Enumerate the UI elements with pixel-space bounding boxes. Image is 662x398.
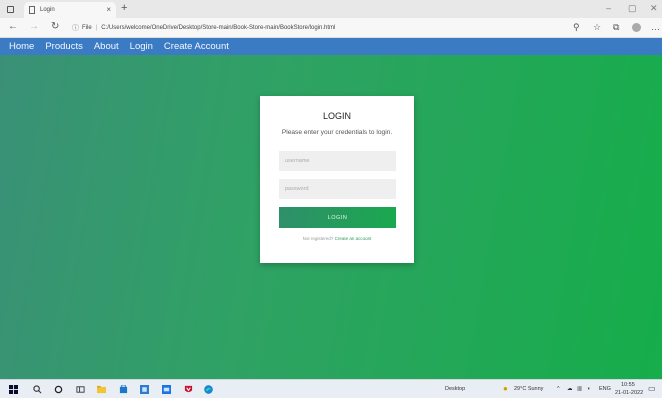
nav-about[interactable]: About <box>94 41 119 52</box>
tab-close-button[interactable]: × <box>106 5 111 14</box>
address-bar[interactable]: ⓘ File | C:/Users/welcome/OneDrive/Deskt… <box>72 21 335 35</box>
nav-products[interactable]: Products <box>45 41 83 52</box>
nav-home[interactable]: Home <box>9 41 34 52</box>
read-aloud-icon[interactable]: ⚲ <box>573 22 580 33</box>
browser-tab[interactable]: Login × <box>24 2 116 18</box>
address-url: C:/Users/welcome/OneDrive/Desktop/Store-… <box>101 25 336 31</box>
close-window-button[interactable]: ✕ <box>650 3 658 14</box>
favorite-icon[interactable]: ☆ <box>593 22 601 33</box>
address-prefix: File <box>82 25 92 31</box>
back-icon[interactable]: ← <box>8 21 18 32</box>
register-message: Not registered? Create an account <box>260 236 414 241</box>
chevron-up-icon[interactable]: ^ <box>557 386 560 392</box>
password-input[interactable]: password <box>279 179 396 199</box>
address-bar-row: ← → ↻ ⓘ File | C:/Users/welcome/OneDrive… <box>0 18 662 38</box>
nav-login[interactable]: Login <box>130 41 153 52</box>
collections-icon[interactable]: ⧉ <box>613 22 619 33</box>
login-card: LOGIN Please enter your credentials to l… <box>260 96 414 263</box>
mail-icon[interactable] <box>162 385 171 394</box>
username-input[interactable]: username <box>279 151 396 171</box>
refresh-icon[interactable]: ↻ <box>51 21 59 32</box>
create-account-link[interactable]: Create an account <box>335 236 372 241</box>
weather-icon: ● <box>503 384 508 393</box>
clock-time[interactable]: 10:55 <box>621 382 635 388</box>
page-icon <box>29 6 35 14</box>
site-navbar: Home Products About Login Create Account <box>0 38 662 55</box>
login-button[interactable]: LOGIN <box>279 207 396 228</box>
windows-taskbar: Desktop ● 29°C Sunny ^ ☁ ▥ ◖ ENG 10:55 2… <box>0 379 662 398</box>
language-indicator[interactable]: ENG <box>599 386 611 392</box>
login-subtitle: Please enter your credentials to login. <box>281 129 393 136</box>
forward-icon[interactable]: → <box>29 21 39 32</box>
weather-text[interactable]: 29°C Sunny <box>514 386 543 392</box>
info-icon: ⓘ <box>72 25 79 32</box>
onedrive-icon[interactable]: ☁ <box>567 386 573 392</box>
desktop-toolbar-label[interactable]: Desktop <box>445 386 465 392</box>
notifications-icon[interactable]: ▭ <box>648 384 656 393</box>
edge-icon[interactable] <box>204 385 213 394</box>
register-prompt: Not registered? <box>302 236 334 241</box>
nav-create-account[interactable]: Create Account <box>164 41 229 52</box>
mcafee-icon[interactable] <box>184 385 193 394</box>
photos-icon[interactable] <box>140 385 149 394</box>
page-viewport: Home Products About Login Create Account… <box>0 38 662 379</box>
network-icon[interactable]: ▥ <box>577 386 582 392</box>
search-icon[interactable] <box>33 385 42 394</box>
minimize-button[interactable]: – <box>606 3 611 13</box>
login-title: LOGIN <box>322 111 351 121</box>
new-tab-button[interactable]: + <box>121 2 127 14</box>
profile-avatar[interactable] <box>632 23 641 32</box>
store-icon[interactable] <box>119 385 128 394</box>
volume-icon[interactable]: ◖ <box>587 386 590 392</box>
tab-actions-icon[interactable] <box>7 5 14 13</box>
clock-date[interactable]: 21-01-2022 <box>615 390 643 396</box>
more-icon[interactable]: … <box>651 22 660 32</box>
address-separator: | <box>95 25 98 31</box>
file-explorer-icon[interactable] <box>97 385 106 394</box>
cortana-icon[interactable] <box>54 385 63 394</box>
task-view-icon[interactable] <box>76 385 85 394</box>
maximize-button[interactable]: ▢ <box>628 3 637 14</box>
tab-title: Login <box>40 7 55 13</box>
start-icon[interactable] <box>9 385 18 394</box>
